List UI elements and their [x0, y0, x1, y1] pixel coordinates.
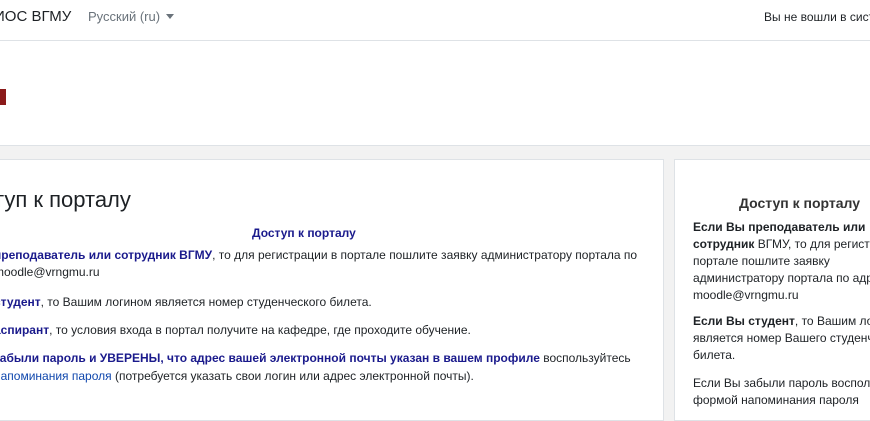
chevron-down-icon [166, 14, 175, 19]
language-label: Русский (ru) [88, 9, 161, 24]
sidebar-staff: Если Вы преподаватель или сотрудник ВГМУ… [693, 219, 870, 304]
language-menu[interactable]: Русский (ru) [88, 9, 175, 24]
paragraph-forgot: забыли пароль и УВЕРЕНЫ, что адрес вашей… [0, 351, 631, 365]
sidebar-forgot-line2: формой напоминания пароля [693, 393, 859, 407]
sidebar-staff-email: moodle@vrngmu.ru [693, 288, 799, 302]
sidebar-title: Доступ к порталу [739, 195, 861, 211]
sidebar-student-line3: билета. [693, 348, 736, 362]
sidebar-student-bold: Если Вы студент [693, 314, 795, 328]
paragraph-staff: преподаватель или сотрудник ВГМУ, то для… [0, 248, 637, 262]
sidebar-staff-text: ВГМУ, то для регистр [754, 237, 870, 251]
student-bold: студент [0, 295, 41, 309]
sidebar-student-text: , то Вашим логи [794, 314, 870, 328]
paragraph-student: студент, то Вашим логином является номер… [0, 295, 372, 309]
top-navbar: ИОС ВГМУ Русский (ru) Вы не вошли в сист… [0, 0, 870, 41]
postgrad-bold: аспирант [0, 323, 50, 337]
sidebar-staff-line3: портале пошлите заявку [693, 254, 830, 268]
logo-icon [0, 89, 6, 105]
student-text: , то Вашим логином является номер студен… [40, 295, 372, 309]
reminder-text: (потребуется указать свои логин или адре… [111, 369, 474, 383]
sidebar-staff-bold-2: сотрудник [693, 237, 755, 251]
sidebar-forgot: Если Вы забыли пароль воспольз формой на… [693, 375, 870, 409]
email-text: moodle@vrngmu.ru [0, 265, 100, 279]
staff-email: moodle@vrngmu.ru [0, 265, 100, 279]
postgrad-text: , то условия входа в портал получите на … [49, 323, 471, 337]
page-header [0, 41, 870, 146]
login-status: Вы не вошли в систе [764, 10, 870, 24]
content-heading: Доступ к порталу [252, 226, 356, 240]
site-brand[interactable]: ИОС ВГМУ [0, 8, 71, 25]
sidebar-student: Если Вы студент, то Вашим логи является … [693, 313, 870, 364]
sidebar-staff-line4: администратору портала по адре [693, 271, 870, 285]
sidebar-student-line2: является номер Вашего студенч [693, 331, 870, 345]
page-title: туп к порталу [0, 187, 131, 212]
staff-bold: преподаватель или сотрудник ВГМУ [0, 248, 213, 262]
paragraph-postgrad: аспирант, то условия входа в портал полу… [0, 323, 471, 337]
sidebar-forgot-line1: Если Вы забыли пароль воспольз [693, 376, 870, 390]
forgot-text: воспользуйтесь [539, 351, 631, 365]
paragraph-reminder: напоминания пароля (потребуется указать … [0, 369, 474, 383]
password-reminder-link[interactable]: напоминания пароля [0, 369, 112, 383]
sidebar-staff-bold: Если Вы преподаватель или [693, 220, 866, 234]
staff-text: , то для регистрации в портале пошлите з… [212, 248, 638, 262]
forgot-bold: забыли пароль и УВЕРЕНЫ, что адрес вашей… [0, 351, 540, 365]
